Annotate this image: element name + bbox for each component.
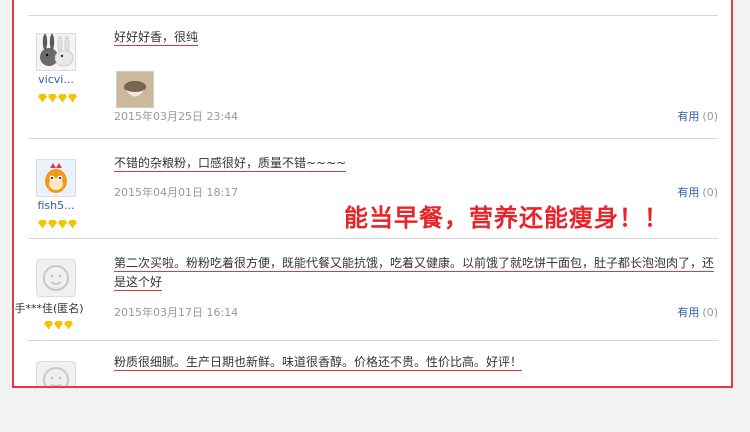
user-avatar[interactable]	[36, 361, 76, 386]
review-item: 粉质很细腻。生产日期也新鲜。味道很香醇。价格还不贵。性价比高。好评！	[28, 340, 718, 386]
review-text-content: 第二次买啦。粉粉吃着很方便，既能代餐又能抗饿，吃着又健康。以前饿了就吃饼干面包，…	[114, 256, 715, 291]
user-rank	[44, 321, 84, 331]
useful-label[interactable]: 有用	[677, 186, 699, 199]
useful-label[interactable]: 有用	[677, 110, 699, 123]
useful-count: (0)	[702, 186, 718, 199]
review-date: 2015年04月01日 18:17	[114, 186, 239, 199]
diamond-icon	[38, 220, 47, 228]
diamond-icon	[68, 220, 77, 228]
useful-count: (0)	[702, 306, 718, 319]
review-text: 粉质很细腻。生产日期也新鲜。味道很香醇。价格还不贵。性价比高。好评！	[114, 353, 724, 371]
rabbits-avatar-icon	[37, 34, 75, 70]
username[interactable]: fish5...	[28, 199, 84, 212]
username[interactable]: 手***佳(匿名)	[14, 300, 84, 316]
diamond-icon	[54, 321, 63, 329]
diamond-icon	[58, 94, 67, 102]
useful-label[interactable]: 有用	[677, 306, 699, 319]
useful-count: (0)	[702, 110, 718, 123]
user-avatar[interactable]	[36, 159, 76, 197]
review-text-content: 粉质很细腻。生产日期也新鲜。味道很香醇。价格还不贵。性价比高。好评！	[114, 355, 523, 371]
user-avatar[interactable]	[36, 33, 76, 71]
review-text: 好好好香，很纯	[114, 28, 724, 46]
diamond-icon	[48, 220, 57, 228]
review-text: 不错的杂粮粉，口感很好，质量不错~~~~	[114, 154, 724, 172]
user-rank	[38, 94, 78, 104]
diamond-icon	[38, 94, 47, 102]
default-avatar-icon	[37, 260, 75, 296]
diamond-icon	[64, 321, 73, 329]
username[interactable]: vicvi...	[28, 73, 84, 86]
diamond-icon	[58, 220, 67, 228]
review-text: 第二次买啦。粉粉吃着很方便，既能代餐又能抗饿，吃着又健康。以前饿了就吃饼干面包，…	[114, 254, 724, 292]
diamond-icon	[44, 321, 53, 329]
diamond-icon	[68, 94, 77, 102]
user-rank	[38, 220, 78, 230]
review-item: vicvi... 好好好香，很纯 2015年03月25日 23:44 有用 (0)	[28, 15, 718, 139]
review-item: 手***佳(匿名) 第二次买啦。粉粉吃着很方便，既能代餐又能抗饿，吃着又健康。以…	[14, 238, 718, 341]
review-date: 2015年03月25日 23:44	[114, 110, 239, 123]
review-text-content: 不错的杂粮粉，口感很好，质量不错~~~~	[114, 156, 347, 172]
bowl-photo-icon	[117, 72, 153, 107]
review-text-content: 好好好香，很纯	[114, 30, 199, 46]
review-date: 2015年03月17日 16:14	[114, 306, 239, 319]
review-photo-thumbnail[interactable]	[116, 71, 154, 108]
useful-button[interactable]: 有用 (0)	[677, 304, 718, 320]
reviews-panel: vicvi... 好好好香，很纯 2015年03月25日 23:44 有用 (0)	[12, 0, 733, 388]
user-avatar[interactable]	[36, 259, 76, 297]
cartoon-avatar-icon	[37, 160, 75, 196]
default-avatar-icon	[37, 362, 75, 386]
promo-callout: 能当早餐，营养还能瘦身！！	[344, 204, 669, 232]
useful-button[interactable]: 有用 (0)	[677, 108, 718, 124]
diamond-icon	[48, 94, 57, 102]
useful-button[interactable]: 有用 (0)	[677, 184, 718, 200]
